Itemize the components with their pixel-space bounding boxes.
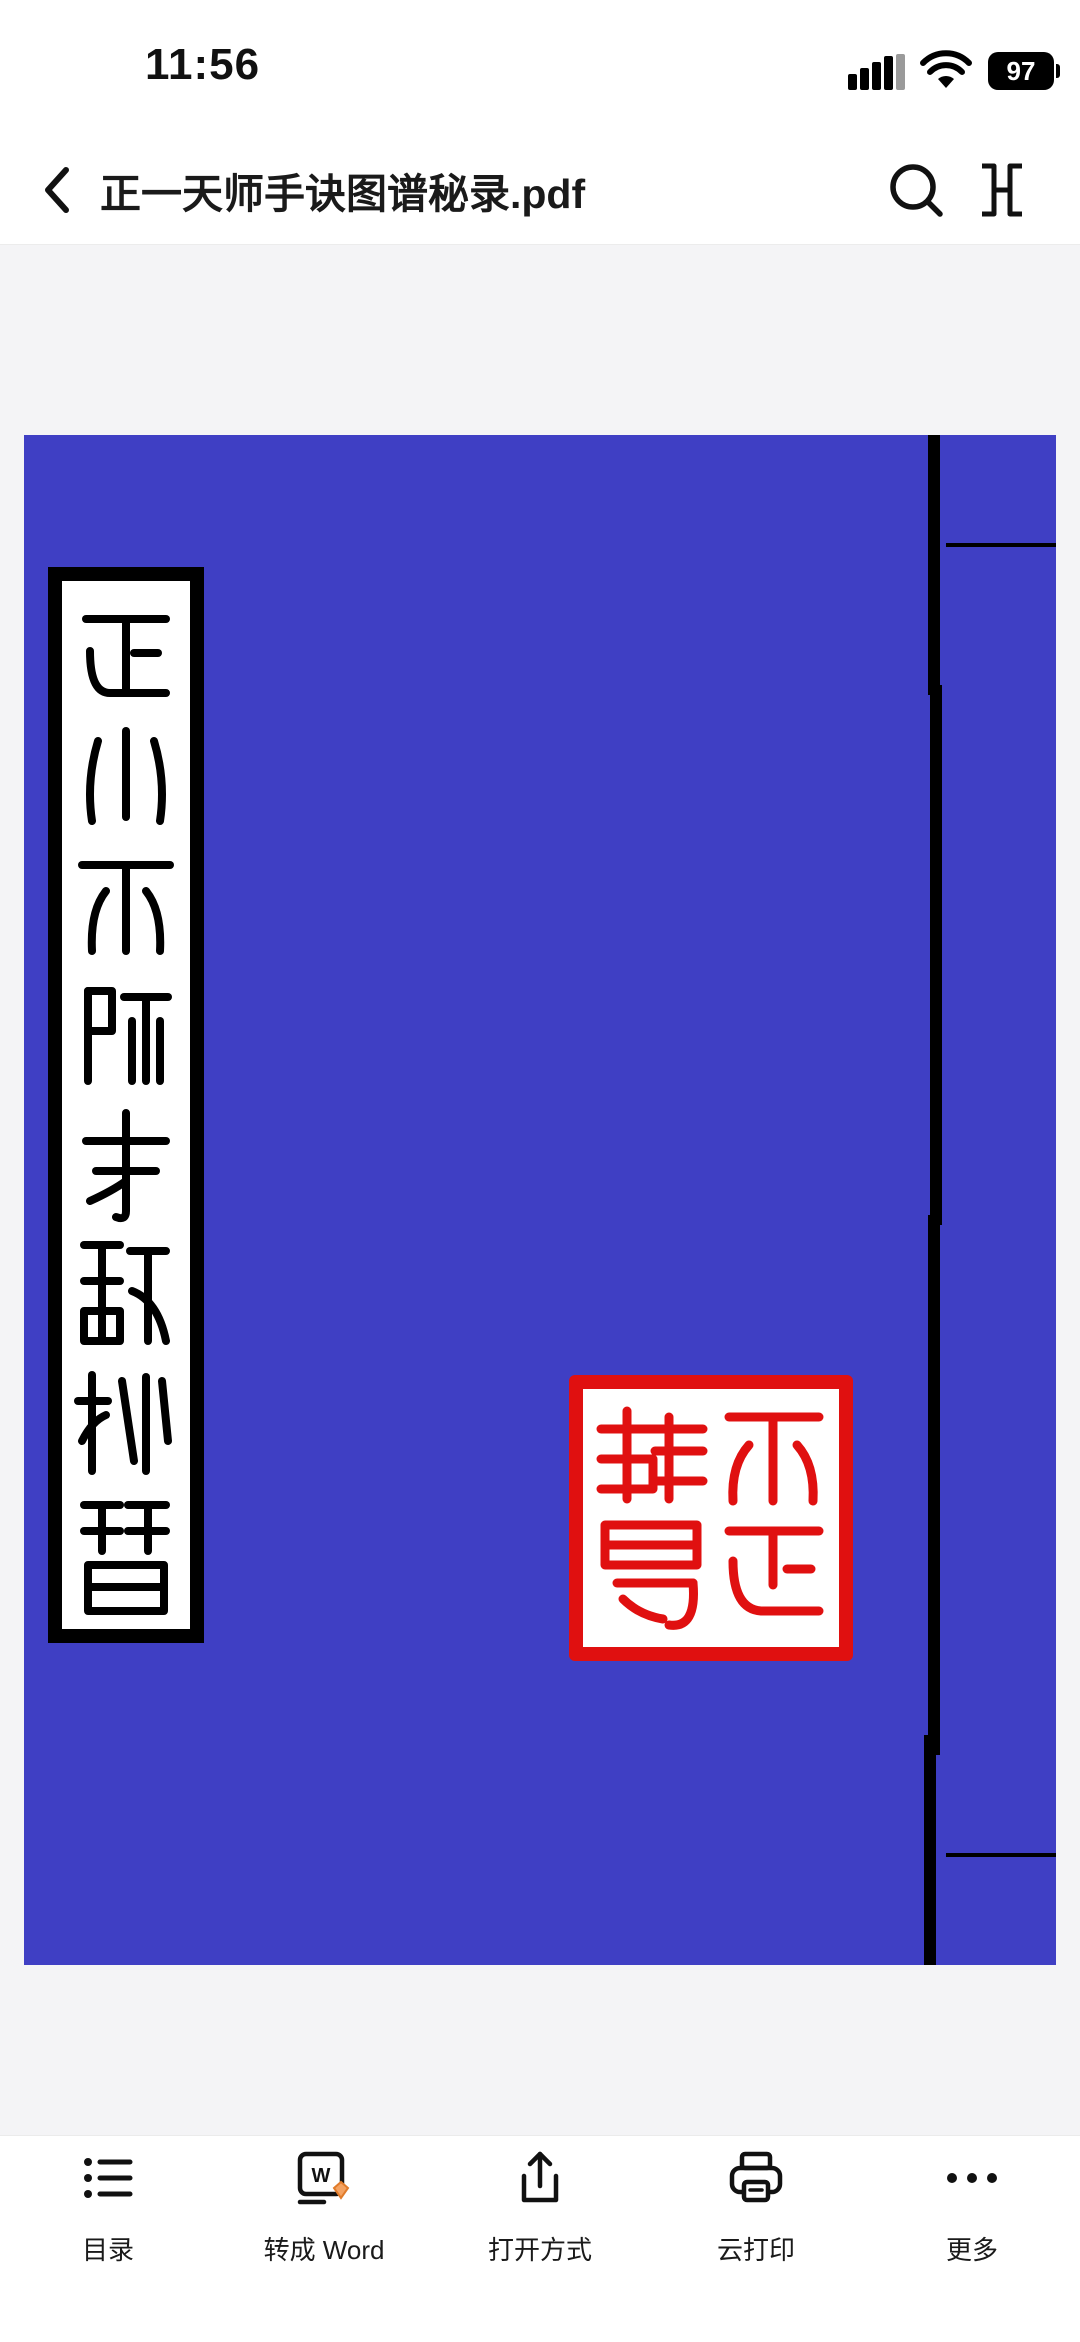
binding-stitch — [946, 1853, 1056, 1857]
more-button[interactable]: 更多 — [864, 2136, 1080, 2342]
status-indicators: 97 — [820, 0, 1080, 120]
open-with-label: 打开方式 — [487, 2235, 592, 2265]
svg-text:W: W — [312, 2165, 331, 2187]
open-with-button[interactable]: 打开方式 — [432, 2136, 648, 2342]
back-button[interactable] — [28, 160, 88, 220]
cloud-print-label: 云打印 — [716, 2235, 795, 2265]
document-header: 正一天师手诀图谱秘录.pdf — [0, 120, 1080, 245]
red-seal-stamp — [569, 1375, 853, 1661]
seal-glyphs — [596, 1406, 824, 1630]
battery-level: 97 — [1006, 56, 1036, 86]
expand-icon[interactable] — [972, 160, 1032, 220]
word-convert-icon: W — [297, 2151, 350, 2205]
binding-stitch — [946, 543, 1056, 547]
binding-line — [930, 685, 942, 1225]
binding-line — [928, 435, 940, 695]
cellular-signal-icon — [848, 54, 905, 90]
book-cover-page — [24, 435, 1056, 1965]
document-title: 正一天师手诀图谱秘录.pdf — [100, 171, 586, 217]
status-bar: 11:56 97 — [0, 0, 1080, 120]
battery-icon: 97 — [988, 52, 1060, 90]
search-icon[interactable] — [886, 160, 946, 220]
status-time: 11:56 — [145, 40, 261, 89]
convert-to-word-label: 转成 Word — [263, 2235, 385, 2265]
cover-title-glyphs — [74, 615, 174, 1615]
more-dots-icon — [947, 2173, 997, 2183]
bottom-toolbar: 目录 W 转成 Word 打开方式 云打印 更多 — [0, 2135, 1080, 2342]
printer-icon — [729, 2151, 783, 2203]
cover-title-label — [48, 567, 204, 1643]
toc-button[interactable]: 目录 — [0, 2136, 216, 2342]
document-viewer[interactable] — [0, 245, 1080, 2135]
list-icon — [84, 2158, 133, 2198]
toc-label: 目录 — [81, 2235, 134, 2265]
binding-line — [924, 1735, 936, 1965]
binding-line — [928, 1215, 940, 1755]
share-icon — [521, 2151, 559, 2203]
convert-to-word-button[interactable]: W 转成 Word — [216, 2136, 432, 2342]
cloud-print-button[interactable]: 云打印 — [648, 2136, 864, 2342]
more-label: 更多 — [945, 2235, 998, 2265]
wifi-icon — [920, 50, 972, 88]
